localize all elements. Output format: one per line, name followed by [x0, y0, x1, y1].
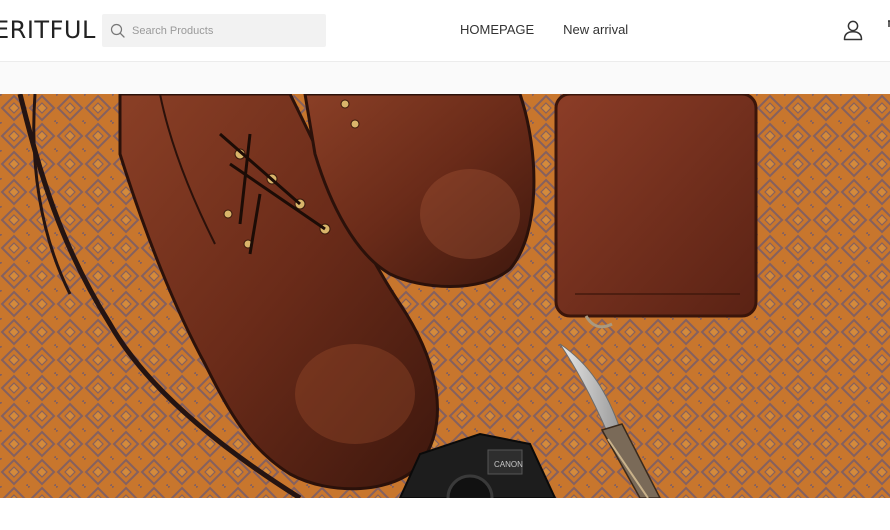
site-header: ERITFUL HOMEPAGE New arrival [0, 0, 890, 62]
cart-icon[interactable] [884, 18, 890, 38]
header-spacer [0, 62, 890, 94]
search-input[interactable] [132, 24, 312, 37]
camera-brand-label: CANON [494, 460, 523, 469]
main-nav: HOMEPAGE New arrival [460, 22, 628, 38]
search-bar[interactable] [102, 14, 326, 47]
page-bottom [0, 498, 890, 530]
search-icon[interactable] [110, 23, 126, 39]
user-icon[interactable] [842, 19, 864, 41]
hero-banner-image: CANON [0, 94, 890, 498]
nav-link-homepage[interactable]: HOMEPAGE [460, 22, 534, 38]
nav-link-new-arrival[interactable]: New arrival [563, 22, 628, 38]
brand-logo[interactable]: ERITFUL [0, 16, 96, 44]
hero-banner[interactable]: CANON [0, 94, 890, 498]
